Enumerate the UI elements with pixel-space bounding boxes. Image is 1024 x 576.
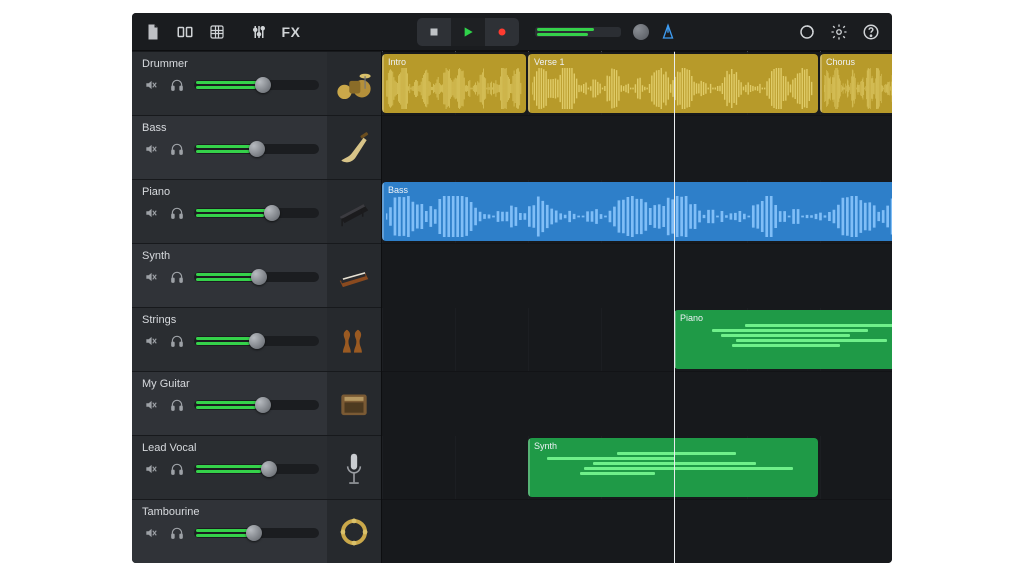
track-name: Drummer	[142, 58, 319, 70]
volume-thumb[interactable]	[249, 141, 265, 157]
region[interactable]: Piano	[674, 310, 892, 369]
main-toolbar: FX	[132, 13, 892, 51]
track-header[interactable]: Strings	[132, 308, 381, 372]
master-level-meter	[535, 27, 621, 37]
track-header[interactable]: Drummer	[132, 52, 381, 116]
fx-button[interactable]: FX	[278, 19, 304, 45]
mute-icon[interactable]	[142, 204, 160, 222]
headphones-icon[interactable]	[168, 460, 186, 478]
mute-icon[interactable]	[142, 524, 160, 542]
garageband-app: FX	[132, 13, 892, 563]
volume-slider[interactable]	[194, 458, 319, 480]
volume-slider[interactable]	[194, 138, 319, 160]
track-name: Strings	[142, 314, 319, 326]
track-name: Bass	[142, 122, 319, 134]
mute-icon[interactable]	[142, 268, 160, 286]
instrument-icon[interactable]	[327, 500, 381, 563]
region[interactable]: Intro	[382, 54, 526, 113]
volume-thumb[interactable]	[255, 77, 271, 93]
track-lane[interactable]: IntroVerse 1Chorus	[382, 52, 892, 116]
instrument-icon[interactable]	[327, 436, 381, 499]
volume-thumb[interactable]	[255, 397, 271, 413]
track-name: My Guitar	[142, 378, 319, 390]
track-lane[interactable]: Piano	[382, 308, 892, 372]
track-lane[interactable]: Synth	[382, 436, 892, 500]
mute-icon[interactable]	[142, 76, 160, 94]
region[interactable]: Bass	[382, 182, 892, 241]
headphones-icon[interactable]	[168, 396, 186, 414]
master-volume-knob[interactable]	[633, 24, 649, 40]
track-header[interactable]: Lead Vocal	[132, 436, 381, 500]
transport-controls	[417, 18, 519, 46]
region-lanes[interactable]: IntroVerse 1ChorusBassPianoSynthStringsM…	[382, 52, 892, 563]
region[interactable]: Synth	[528, 438, 818, 497]
volume-slider[interactable]	[194, 266, 319, 288]
settings-icon[interactable]	[826, 19, 852, 45]
mute-icon[interactable]	[142, 332, 160, 350]
volume-thumb[interactable]	[264, 205, 280, 221]
instrument-icon[interactable]	[327, 372, 381, 435]
volume-slider[interactable]	[194, 202, 319, 224]
instrument-icon[interactable]	[327, 244, 381, 307]
headphones-icon[interactable]	[168, 204, 186, 222]
instrument-icon[interactable]	[327, 180, 381, 243]
help-icon[interactable]	[858, 19, 884, 45]
mute-icon[interactable]	[142, 396, 160, 414]
volume-slider[interactable]	[194, 74, 319, 96]
volume-thumb[interactable]	[249, 333, 265, 349]
track-header[interactable]: Bass	[132, 116, 381, 180]
track-header[interactable]: Tambourine	[132, 500, 381, 563]
headphones-icon[interactable]	[168, 140, 186, 158]
timeline[interactable]: 12345678 IntroVerse 1ChorusBassPianoSynt…	[382, 51, 892, 563]
grid-icon[interactable]	[204, 19, 230, 45]
region[interactable]: Verse 1	[528, 54, 818, 113]
headphones-icon[interactable]	[168, 524, 186, 542]
headphones-icon[interactable]	[168, 332, 186, 350]
volume-slider[interactable]	[194, 330, 319, 352]
main-area: Drummer Bass	[132, 51, 892, 563]
browser-icon[interactable]	[172, 19, 198, 45]
volume-thumb[interactable]	[246, 525, 262, 541]
track-name: Tambourine	[142, 506, 319, 518]
track-headers: Drummer Bass	[132, 51, 382, 563]
track-name: Synth	[142, 250, 319, 262]
volume-thumb[interactable]	[261, 461, 277, 477]
track-header[interactable]: Piano	[132, 180, 381, 244]
track-name: Piano	[142, 186, 319, 198]
track-header[interactable]: Synth	[132, 244, 381, 308]
mute-icon[interactable]	[142, 140, 160, 158]
metronome-icon[interactable]	[655, 19, 681, 45]
track-header[interactable]: My Guitar	[132, 372, 381, 436]
volume-slider[interactable]	[194, 394, 319, 416]
track-lane[interactable]: Bass	[382, 180, 892, 244]
play-button[interactable]	[451, 18, 485, 46]
mute-icon[interactable]	[142, 460, 160, 478]
mixer-icon[interactable]	[246, 19, 272, 45]
record-button[interactable]	[485, 18, 519, 46]
track-name: Lead Vocal	[142, 442, 319, 454]
instrument-icon[interactable]	[327, 308, 381, 371]
loop-browser-icon[interactable]	[794, 19, 820, 45]
headphones-icon[interactable]	[168, 76, 186, 94]
instrument-icon[interactable]	[327, 116, 381, 179]
region[interactable]: Chorus	[820, 54, 892, 113]
headphones-icon[interactable]	[168, 268, 186, 286]
stop-button[interactable]	[417, 18, 451, 46]
my-songs-icon[interactable]	[140, 19, 166, 45]
volume-thumb[interactable]	[251, 269, 267, 285]
instrument-icon[interactable]	[327, 52, 381, 115]
volume-slider[interactable]	[194, 522, 319, 544]
